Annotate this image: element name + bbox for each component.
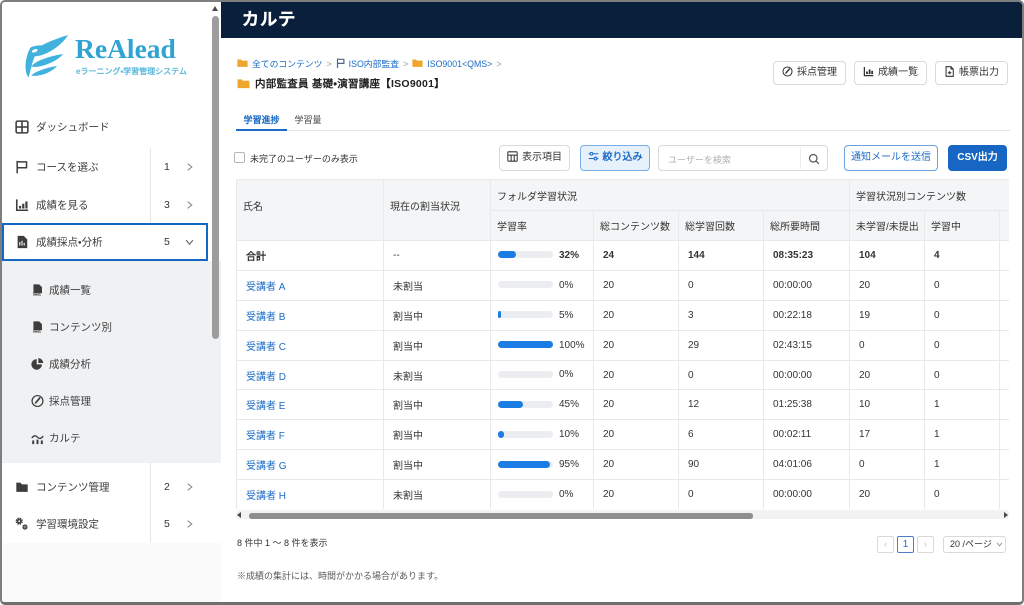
svg-text:CSV: CSV bbox=[34, 329, 42, 333]
svg-text:CSV: CSV bbox=[34, 292, 42, 296]
